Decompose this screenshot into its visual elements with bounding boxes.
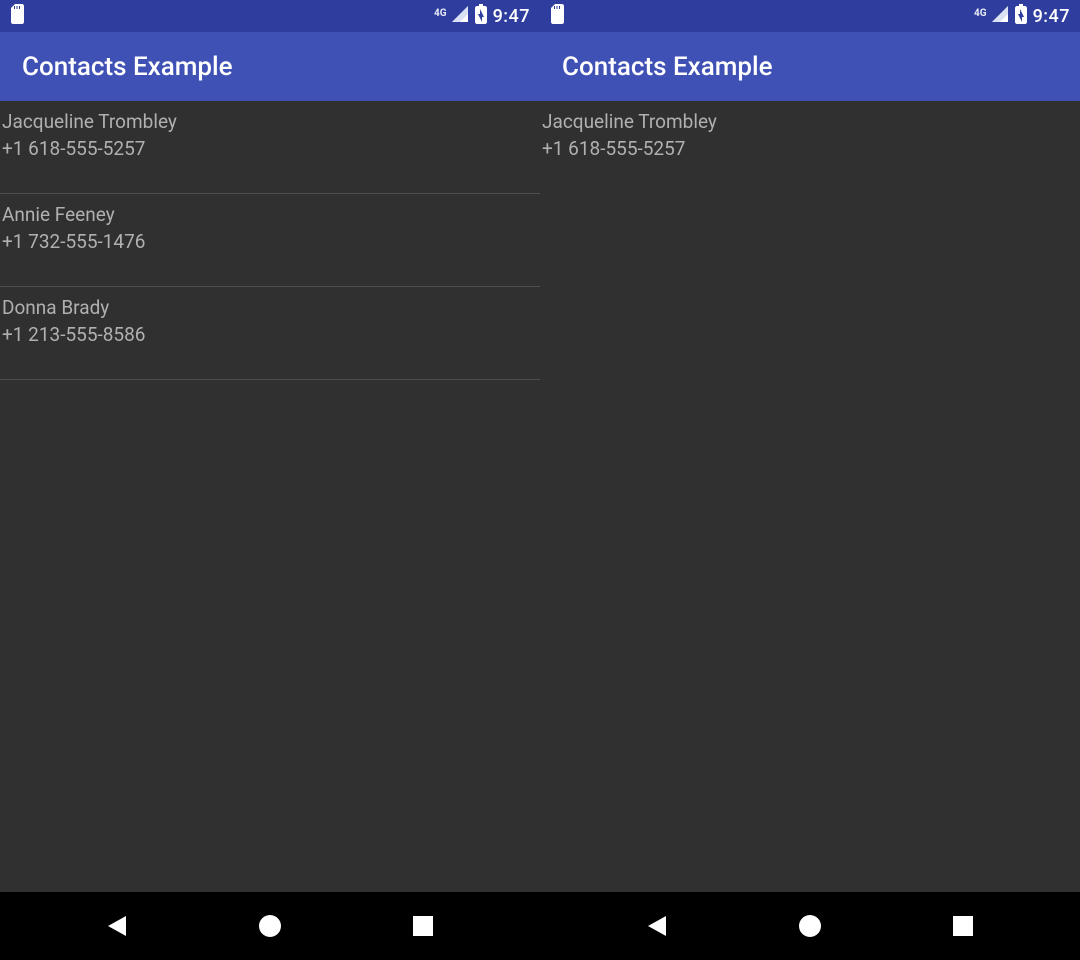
navigation-bar xyxy=(0,892,540,960)
signal-icon xyxy=(451,5,469,27)
contact-name: Donna Brady xyxy=(0,294,540,321)
back-button[interactable] xyxy=(597,901,717,951)
battery-charging-icon xyxy=(475,4,487,28)
contact-name: Jacqueline Trombley xyxy=(540,108,1080,135)
screen-right: 4G 9:47 Contacts Example Jacqueline Trom… xyxy=(540,0,1080,960)
list-item[interactable]: Donna Brady +1 213-555-8586 xyxy=(0,287,540,380)
app-title: Contacts Example xyxy=(562,52,773,82)
contact-name: Jacqueline Trombley xyxy=(0,108,540,135)
contact-phone: +1 618-555-5257 xyxy=(540,135,1080,162)
signal-icon xyxy=(991,5,1009,27)
contacts-list: Jacqueline Trombley +1 618-555-5257 Anni… xyxy=(0,101,540,960)
contact-name: Annie Feeney xyxy=(0,201,540,228)
battery-charging-icon xyxy=(1015,4,1027,28)
status-time: 9:47 xyxy=(1033,6,1070,27)
app-bar: Contacts Example xyxy=(0,32,540,101)
status-bar: 4G 9:47 xyxy=(0,0,540,32)
list-item[interactable]: Jacqueline Trombley +1 618-555-5257 xyxy=(0,101,540,194)
home-button[interactable] xyxy=(750,901,870,951)
sd-card-icon xyxy=(10,4,26,28)
screen-left: 4G 9:47 Contacts Example Jacqueline Trom… xyxy=(0,0,540,960)
status-time: 9:47 xyxy=(493,6,530,27)
status-bar: 4G 9:47 xyxy=(540,0,1080,32)
network-type-label: 4G xyxy=(434,8,447,19)
home-button[interactable] xyxy=(210,901,330,951)
contact-phone: +1 618-555-5257 xyxy=(0,135,540,162)
app-title: Contacts Example xyxy=(22,52,233,82)
network-type-label: 4G xyxy=(974,8,987,19)
contact-detail: Jacqueline Trombley +1 618-555-5257 xyxy=(540,101,1080,960)
contact-phone: +1 732-555-1476 xyxy=(0,228,540,255)
back-button[interactable] xyxy=(57,901,177,951)
navigation-bar xyxy=(540,892,1080,960)
sd-card-icon xyxy=(550,4,566,28)
list-item[interactable]: Annie Feeney +1 732-555-1476 xyxy=(0,194,540,287)
app-bar: Contacts Example xyxy=(540,32,1080,101)
contact-phone: +1 213-555-8586 xyxy=(0,321,540,348)
recent-apps-button[interactable] xyxy=(903,901,1023,951)
recent-apps-button[interactable] xyxy=(363,901,483,951)
